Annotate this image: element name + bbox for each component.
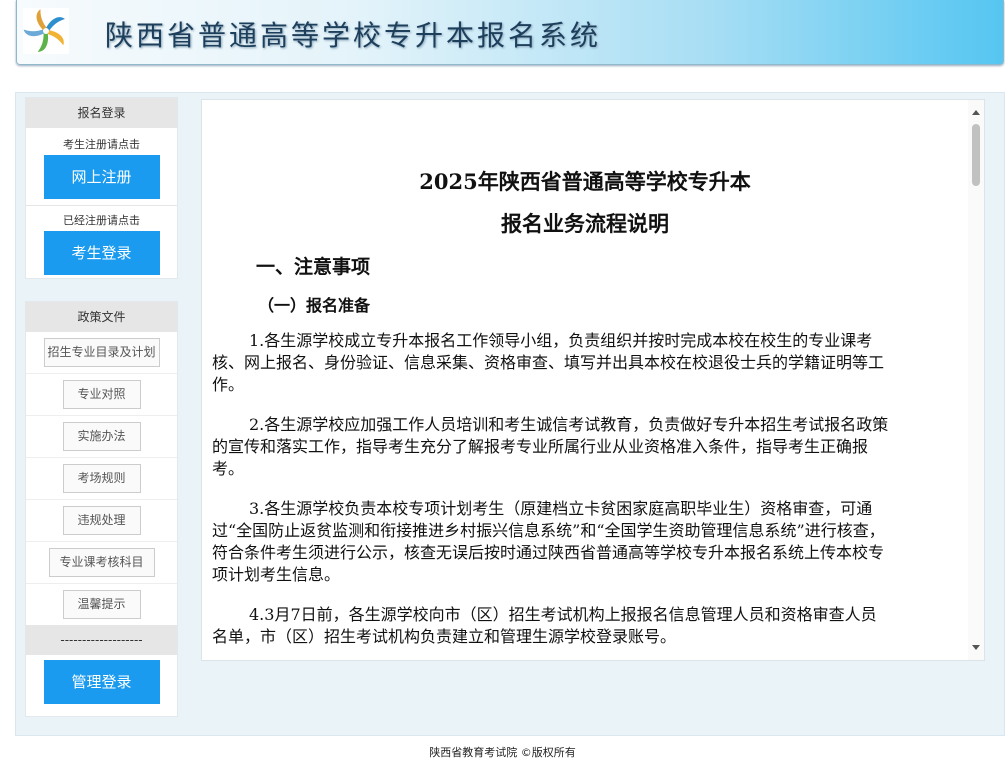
divider [26,205,177,206]
policy-link-exam-subjects[interactable]: 专业课考核科目 [49,548,155,577]
login-box-heading: 报名登录 [26,98,177,128]
document-title-line2: 报名业务流程说明 [202,208,968,238]
policy-box-heading: 政策文件 [26,302,177,332]
paragraph-3: 3.各生源学校负责本校专项计划考生（原建档立卡贫困家庭高职毕业生）资格审查，可通… [212,498,892,586]
policy-link-enrollment-catalog[interactable]: 招生专业目录及计划 [44,338,160,367]
scroll-up-arrow-icon[interactable] [972,110,980,115]
content-panel: 2025年陕西省普通高等学校专升本 报名业务流程说明 一、注意事项 （一）报名准… [201,99,985,661]
paragraph-4: 4.3月7日前，各生源学校向市（区）招生考试机构上报报名信息管理人员和资格审查人… [212,604,892,648]
main-area: 报名登录 考生注册请点击 网上注册 已经注册请点击 考生登录 政策文件 招生专业… [15,92,1005,736]
login-hint: 已经注册请点击 [26,212,177,228]
paragraph-1: 1.各生源学校成立专升本报名工作领导小组，负责组织并按时完成本校在校生的专业课考… [212,330,892,396]
paragraph-2: 2.各生源学校应加强工作人员培训和考生诚信考试教育，负责做好专升本招生考试报名政… [212,414,892,480]
section-heading: 一、注意事项 [256,252,370,279]
policy-link-exam-rules[interactable]: 考场规则 [63,464,141,493]
separator-line: ------------------- [26,625,177,655]
student-login-button[interactable]: 考生登录 [44,231,160,275]
document-viewer[interactable]: 2025年陕西省普通高等学校专升本 报名业务流程说明 一、注意事项 （一）报名准… [202,100,968,660]
scrollbar-thumb[interactable] [972,124,980,186]
scroll-down-arrow-icon[interactable] [972,645,980,650]
policy-link-major-mapping[interactable]: 专业对照 [63,380,141,409]
sidebar: 报名登录 考生注册请点击 网上注册 已经注册请点击 考生登录 政策文件 招生专业… [25,97,178,717]
login-box: 报名登录 考生注册请点击 网上注册 已经注册请点击 考生登录 [25,97,178,279]
footer-copyright: 陕西省教育考试院 ©版权所有 [0,744,1005,760]
pinwheel-logo-icon [23,8,69,54]
document-title-line1: 2025年陕西省普通高等学校专升本 [202,166,968,196]
register-hint: 考生注册请点击 [26,136,177,152]
vertical-scrollbar[interactable] [968,100,984,660]
register-button[interactable]: 网上注册 [44,155,160,199]
policy-link-tips[interactable]: 温馨提示 [63,590,141,619]
site-header: 陕西省普通高等学校专升本报名系统 [16,0,1004,65]
policy-link-violations[interactable]: 违规处理 [63,506,141,535]
policy-box: 政策文件 招生专业目录及计划 专业对照 实施办法 考场规则 违规处理 专业课考核… [25,301,178,717]
site-title: 陕西省普通高等学校专升本报名系统 [105,14,601,54]
subsection-heading: （一）报名准备 [258,292,370,316]
policy-link-implementation[interactable]: 实施办法 [63,422,141,451]
admin-login-button[interactable]: 管理登录 [44,660,160,704]
